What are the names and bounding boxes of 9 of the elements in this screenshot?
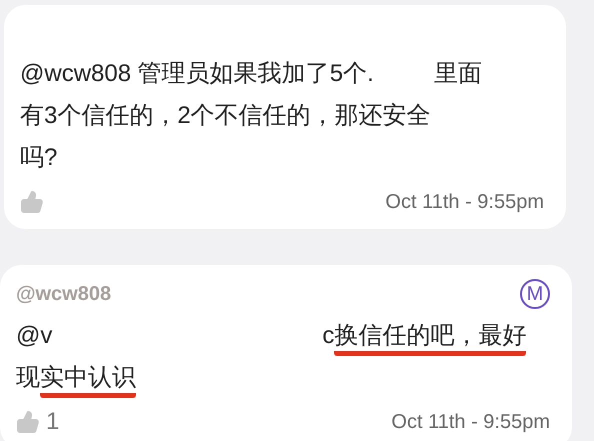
thumbs-up-icon[interactable] [20, 190, 44, 214]
thumbs-up-icon[interactable] [16, 410, 40, 434]
timestamp: Oct 11th - 9:55pm [385, 190, 544, 215]
author-name: @wcw808 [16, 282, 112, 307]
timestamp: Oct 11th - 9:55pm [391, 410, 550, 435]
like-count: 1 [46, 407, 60, 437]
message-text: @wcw808 管理员如果我加了5个. 里面 有3个信任的，2个不信任的，那还安全 吗? [20, 59, 483, 173]
moderator-badge: M [520, 279, 550, 309]
message-text: @v c换信任的吧，最好 现实中认识 [16, 315, 550, 399]
